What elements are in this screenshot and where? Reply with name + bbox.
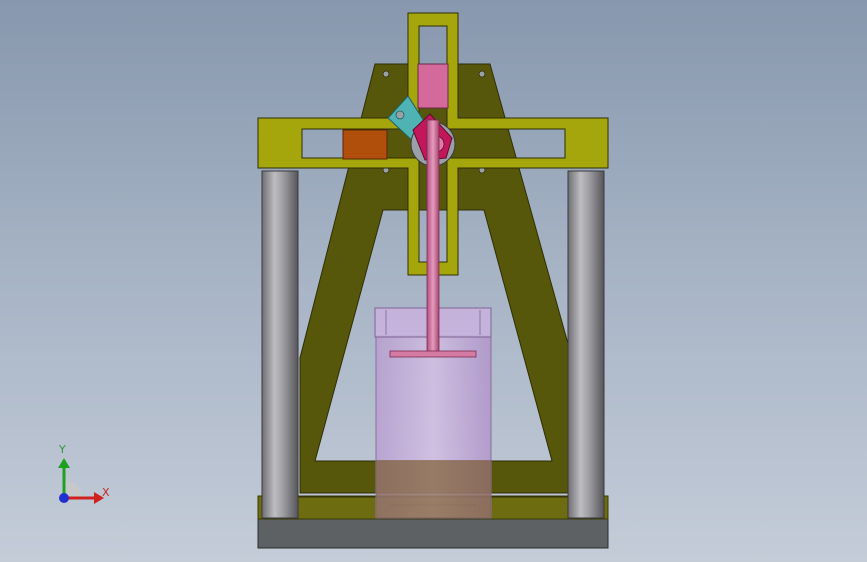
slider-block-left[interactable] (342, 129, 388, 160)
y-axis-label: Y (59, 443, 66, 456)
transparent-cylinder[interactable] (375, 335, 492, 519)
left-guide-column[interactable] (261, 170, 299, 519)
coordinate-triad: Y X (40, 436, 120, 516)
piston-rod[interactable] (426, 119, 440, 353)
model-view[interactable] (0, 0, 867, 562)
right-guide-column[interactable] (567, 170, 605, 519)
coordinate-triad-icon (58, 458, 104, 504)
slider-block-top[interactable] (417, 63, 449, 109)
graphics-viewport[interactable]: Y X (0, 0, 867, 562)
piston-plate[interactable] (389, 350, 477, 358)
x-axis-label: X (102, 486, 110, 499)
